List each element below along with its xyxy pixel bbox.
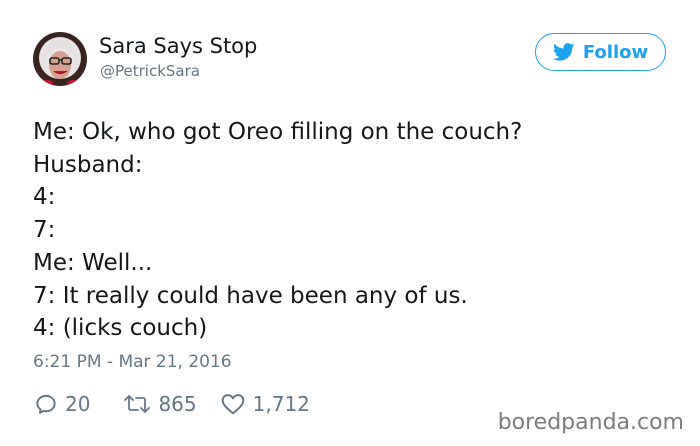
avatar[interactable] <box>33 32 87 86</box>
tweet-line: Me: Ok, who got Oreo filling on the couc… <box>33 119 523 145</box>
tweet-line: 4: <box>33 184 56 211</box>
like-count: 1,712 <box>252 392 310 416</box>
user-handle[interactable]: @PetrickSara <box>100 62 200 80</box>
watermark: boredpanda.com <box>497 410 684 435</box>
tweet-timestamp[interactable]: 6:21 PM - Mar 21, 2016 <box>33 350 232 374</box>
tweet-actions: 20 865 1,712 <box>33 390 310 418</box>
reply-count: 20 <box>65 392 91 416</box>
heart-icon <box>219 391 247 417</box>
like-button[interactable]: 1,712 <box>219 391 310 417</box>
tweet-card: Sara Says Stop @PetrickSara Follow Me: O… <box>0 0 700 446</box>
reply-button[interactable]: 20 <box>33 391 90 417</box>
tweet-line: Me: Well... <box>33 249 153 276</box>
twitter-bird-icon <box>552 43 575 61</box>
tweet-line: Husband: <box>33 151 143 178</box>
tweet-line: 7: It really could have been any of us. <box>33 282 468 309</box>
retweet-icon <box>122 391 152 417</box>
reply-icon <box>33 391 59 417</box>
tweet-line: 7: <box>33 217 56 244</box>
retweet-button[interactable]: 865 <box>122 391 197 417</box>
follow-button[interactable]: Follow <box>535 33 666 71</box>
avatar-image <box>33 32 87 86</box>
tweet-line: 4: (licks couch) <box>33 315 208 342</box>
display-name[interactable]: Sara Says Stop <box>99 33 257 59</box>
follow-label: Follow <box>582 41 649 63</box>
tweet-text: Me: Ok, who got Oreo filling on the couc… <box>33 116 673 345</box>
retweet-count: 865 <box>158 392 197 416</box>
